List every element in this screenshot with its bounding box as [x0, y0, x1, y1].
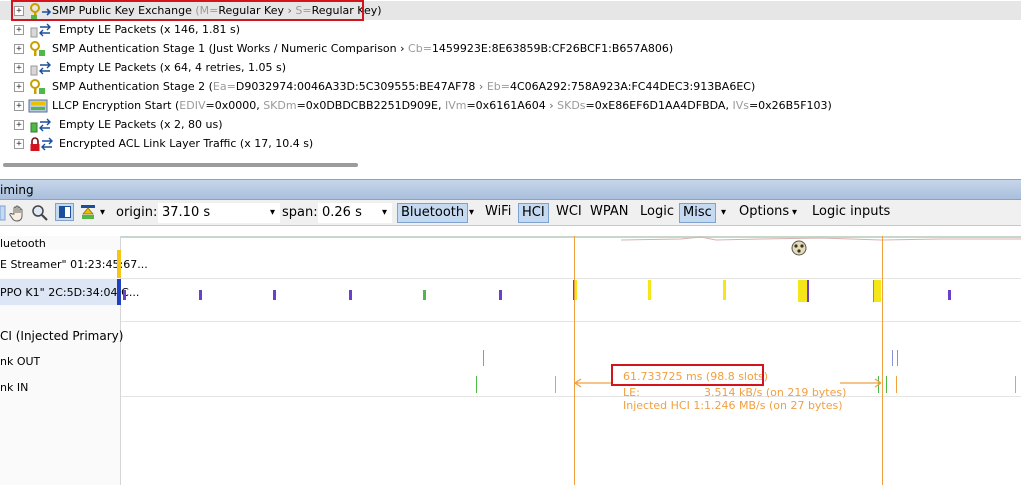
chevron-down-icon: ▾ — [381, 207, 387, 218]
expand-icon[interactable]: + — [14, 43, 24, 54]
packet-row-empty-le[interactable]: + Empty LE Packets (x 2, 80 us) — [0, 115, 1021, 134]
le-throughput-label: LE: — [623, 386, 640, 399]
packet-label: SMP Authentication Stage 1 (Just Works /… — [52, 42, 409, 55]
empty-packet-icon — [30, 61, 51, 76]
packet-row-smp-auth-2[interactable]: + SMP Authentication Stage 2 (Ea=D903297… — [0, 77, 1021, 96]
packet-label: Encrypted ACL Link Layer Traffic — [59, 137, 237, 150]
hci-in-marker[interactable] — [896, 376, 897, 393]
filter-hci[interactable]: HCI — [518, 203, 549, 223]
timing-toolbar: ▾ origin: 37.10 s ▾ span: 0.26 s ▾ Bluet… — [0, 200, 1021, 226]
packet-label: Empty LE Packets — [59, 61, 157, 74]
span-value: 0.26 s — [322, 205, 362, 220]
packet-marker[interactable] — [349, 290, 352, 300]
hci-out-marker[interactable] — [892, 350, 893, 366]
expand-icon[interactable]: + — [14, 100, 24, 111]
packet-tree: + SMP Public Key Exchange (M=Regular Key… — [0, 0, 1021, 158]
lane-label-hci: CI (Injected Primary) — [0, 329, 124, 343]
packet-label: Empty LE Packets — [59, 118, 157, 131]
options-button[interactable]: Options — [736, 203, 792, 221]
packet-label: Empty LE Packets — [59, 23, 157, 36]
options-dropdown-icon[interactable]: ▾ — [792, 203, 797, 223]
lock-icon — [30, 137, 53, 151]
hci-throughput-value: 1.246 MB/s (on 27 bytes) — [704, 399, 843, 412]
expand-icon[interactable]: + — [14, 138, 24, 149]
packet-marker[interactable] — [423, 290, 426, 300]
lane-labels: luetooth E Streamer" 01:23:45:67... PPO … — [0, 236, 148, 485]
packet-label: SMP Authentication Stage 2 ( — [52, 80, 213, 93]
timing-plot[interactable]: 61.733725 ms (98.8 slots) LE: 3.514 kB/s… — [121, 236, 1021, 485]
expand-icon[interactable]: + — [14, 81, 24, 92]
packet-marker[interactable] — [948, 290, 951, 300]
packet-marker[interactable] — [723, 280, 726, 300]
lane-label-link-in: nk IN — [0, 381, 29, 394]
scrollbar-thumb[interactable] — [3, 163, 358, 167]
packet-row-empty-le[interactable]: + Empty LE Packets (x 64, 4 retries, 1.0… — [0, 58, 1021, 77]
origin-label: origin: — [116, 205, 158, 220]
cursor-line-right[interactable] — [882, 236, 883, 485]
le-throughput-value: 3.514 kB/s (on 219 bytes) — [704, 386, 847, 399]
lane-separator — [121, 396, 1021, 397]
lane-separator — [121, 278, 1021, 279]
lane-separator — [121, 321, 1021, 322]
zoom-icon[interactable] — [31, 204, 49, 222]
packet-row-llcp-encryption[interactable]: + LLCP Encryption Start (EDIV=0x0000, SK… — [0, 96, 1021, 115]
logic-inputs-button[interactable]: Logic inputs — [809, 203, 893, 221]
packet-marker[interactable] — [499, 290, 502, 300]
packet-marker[interactable] — [648, 280, 651, 300]
highlight-box — [11, 0, 364, 21]
timing-panel-title: iming — [0, 179, 1021, 200]
hci-out-marker[interactable] — [483, 350, 484, 366]
origin-combo[interactable]: 37.10 s ▾ — [158, 203, 280, 223]
packet-row-empty-le[interactable]: + Empty LE Packets (x 146, 1.81 s) — [0, 20, 1021, 39]
packet-row-smp-auth-1[interactable]: + SMP Authentication Stage 1 (Just Works… — [0, 39, 1021, 58]
expand-icon[interactable]: + — [14, 62, 24, 73]
hci-in-marker[interactable] — [1015, 376, 1016, 393]
measure-arrow-left-icon — [574, 378, 613, 388]
expand-icon[interactable]: + — [14, 119, 24, 130]
misc-dropdown-icon[interactable]: ▾ — [721, 203, 726, 223]
cursor-line-left[interactable] — [574, 236, 575, 485]
packet-marker[interactable] — [873, 280, 881, 302]
marker-icon[interactable] — [79, 203, 97, 221]
empty-packet-icon — [30, 23, 51, 38]
hci-out-marker[interactable] — [897, 350, 898, 366]
filter-bluetooth[interactable]: Bluetooth — [397, 203, 469, 223]
expand-icon[interactable]: + — [14, 24, 24, 35]
split-view-button[interactable] — [55, 203, 74, 221]
lane-label-link-out: nk OUT — [0, 355, 41, 368]
span-combo[interactable]: 0.26 s ▾ — [318, 203, 392, 223]
filter-wifi[interactable]: WiFi — [482, 203, 514, 221]
chevron-down-icon: ▾ — [269, 207, 275, 218]
packet-row-encrypted-acl[interactable]: + Encrypted ACL Link Layer Traffic (x 17… — [0, 134, 1021, 153]
packet-marker[interactable] — [123, 290, 126, 300]
measurement-highlight-box — [611, 364, 764, 386]
activity-trace — [621, 236, 1021, 241]
select-tool-icon[interactable] — [0, 205, 6, 221]
hci-in-marker[interactable] — [476, 376, 477, 393]
hci-in-marker[interactable] — [886, 376, 887, 393]
hci-throughput-label: Injected HCI 1: — [623, 399, 705, 412]
hci-in-marker[interactable] — [555, 376, 556, 393]
bug-marker-icon[interactable] — [789, 238, 809, 258]
split-view-icon — [59, 206, 71, 218]
hand-pan-icon[interactable] — [9, 204, 27, 222]
span-label: span: — [282, 205, 318, 220]
packet-marker[interactable] — [273, 290, 276, 300]
filter-wpan[interactable]: WPAN — [587, 203, 631, 221]
filter-wci[interactable]: WCI — [553, 203, 585, 221]
marker-dropdown-icon[interactable]: ▾ — [100, 203, 105, 223]
filter-logic[interactable]: Logic — [637, 203, 677, 221]
origin-value: 37.10 s — [162, 205, 211, 220]
empty-packet-icon — [30, 118, 51, 133]
bluetooth-dropdown-icon[interactable]: ▾ — [469, 203, 474, 223]
packet-marker[interactable] — [798, 280, 809, 302]
lane-label-bluetooth: luetooth — [0, 237, 46, 250]
packet-label: LLCP Encryption Start ( — [52, 99, 180, 112]
filter-misc[interactable]: Misc — [679, 203, 716, 223]
packet-marker[interactable] — [199, 290, 202, 300]
